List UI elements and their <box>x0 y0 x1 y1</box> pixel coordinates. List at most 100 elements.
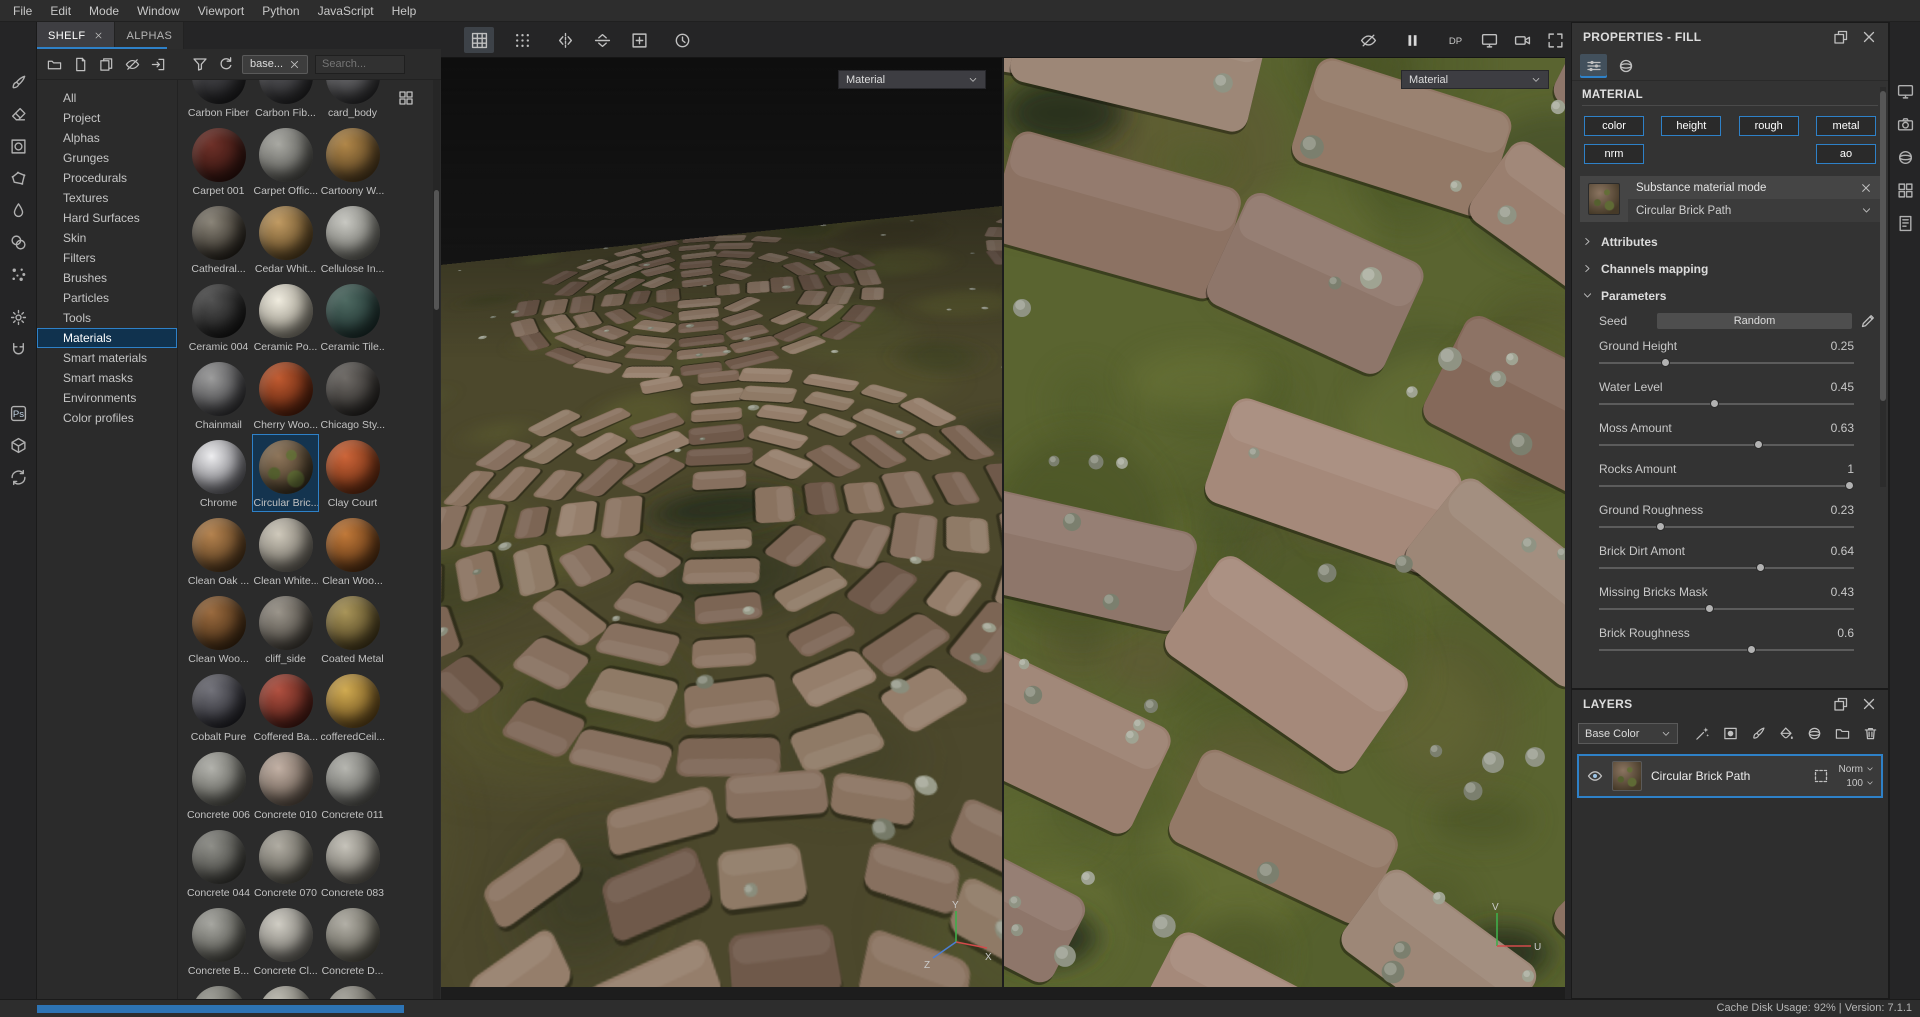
channel-chip-ao[interactable]: ao <box>1816 144 1876 164</box>
material-item-concrete-044[interactable]: Concrete 044 <box>185 824 252 902</box>
slider-handle[interactable] <box>1756 563 1766 572</box>
material-item-concrete-070[interactable]: Concrete 070 <box>252 824 319 902</box>
3d-view[interactable]: Material YXZ <box>441 58 1002 987</box>
snap-grid-toggle-icon[interactable] <box>507 27 537 53</box>
layer-row-selected[interactable]: Circular Brick Path Norm 100 <box>1577 754 1883 798</box>
parameter-slider[interactable] <box>1599 520 1854 533</box>
material-item-cathedral[interactable]: Cathedral... <box>185 200 252 278</box>
chevron-down-icon[interactable] <box>1861 205 1872 216</box>
category-alphas[interactable]: Alphas <box>37 128 177 148</box>
history-icon[interactable] <box>667 27 697 53</box>
polygon-fill-tool-icon[interactable] <box>9 169 28 188</box>
channel-filter-dropdown[interactable]: Base Color <box>1578 723 1678 744</box>
camera-settings-icon[interactable] <box>1896 115 1915 134</box>
toggle-hidden-icon[interactable] <box>123 55 142 74</box>
layer-visibility-eye-icon[interactable] <box>1586 768 1603 785</box>
material-item-clean-woo[interactable]: Clean Woo... <box>185 590 252 668</box>
category-materials[interactable]: Materials <box>37 328 177 348</box>
material-item-clean-white[interactable]: Clean White... <box>252 512 319 590</box>
layer-mask-slot-icon[interactable] <box>1813 768 1830 785</box>
settings-tool-icon[interactable] <box>9 308 28 327</box>
menu-file[interactable]: File <box>4 0 41 21</box>
material-item-concrete-006[interactable]: Concrete 006 <box>185 746 252 824</box>
menu-edit[interactable]: Edit <box>41 0 80 21</box>
material-item-carpet-offic[interactable]: Carpet Offic... <box>252 122 319 200</box>
material-item-concrete-010[interactable]: Concrete 010 <box>252 746 319 824</box>
material-item-carbon-fiber[interactable]: Carbon Fiber <box>185 80 252 122</box>
material-item-chrome[interactable]: Chrome <box>185 434 252 512</box>
perspective-grid-toggle-icon[interactable] <box>464 27 494 53</box>
category-particles[interactable]: Particles <box>37 288 177 308</box>
material-item-clean-woo[interactable]: Clean Woo... <box>319 512 386 590</box>
material-item-cliff-side[interactable]: cliff_side <box>252 590 319 668</box>
add-group-icon[interactable] <box>1831 723 1854 745</box>
tab-fill-properties[interactable] <box>1580 53 1607 78</box>
material-item-circular-bric[interactable]: Circular Bric... <box>252 434 319 512</box>
shelf-tab-shelf[interactable]: SHELF <box>37 22 116 49</box>
category-brushes[interactable]: Brushes <box>37 268 177 288</box>
material-item-cedar-whit[interactable]: Cedar Whit... <box>252 200 319 278</box>
seed-edit-icon[interactable] <box>1858 312 1878 330</box>
float-panel-icon[interactable] <box>1833 29 1849 45</box>
parameter-slider[interactable] <box>1599 602 1854 615</box>
eraser-tool-icon[interactable] <box>9 105 28 124</box>
display-settings-icon[interactable] <box>1474 27 1504 53</box>
tab-material-preview[interactable] <box>1612 54 1639 78</box>
slider-handle[interactable] <box>1704 604 1714 613</box>
material-item-chainmail[interactable]: Chainmail <box>185 356 252 434</box>
parameter-slider[interactable] <box>1599 438 1854 451</box>
category-procedurals[interactable]: Procedurals <box>37 168 177 188</box>
shelf-resize-handle[interactable] <box>37 1005 404 1013</box>
smudge-tool-icon[interactable] <box>9 201 28 220</box>
section-parameters[interactable]: Parameters <box>1572 282 1888 309</box>
2d-view[interactable]: Material VU <box>1004 58 1565 987</box>
grid-view-toggle-icon[interactable] <box>397 89 415 107</box>
material-item-cobalt-pure[interactable]: Cobalt Pure <box>185 668 252 746</box>
add-smart-material-icon[interactable] <box>1803 723 1826 745</box>
slider-handle[interactable] <box>1845 481 1854 490</box>
filter-chip[interactable]: base... <box>242 54 309 74</box>
material-item-concrete-011[interactable]: Concrete 011 <box>319 746 386 824</box>
category-smart-masks[interactable]: Smart masks <box>37 368 177 388</box>
category-filters[interactable]: Filters <box>37 248 177 268</box>
blend-mode-dropdown[interactable]: Norm <box>1839 764 1874 775</box>
magnet-tool-icon[interactable] <box>9 340 28 359</box>
menu-viewport[interactable]: Viewport <box>189 0 253 21</box>
material-item-cellulose-in[interactable]: Cellulose In... <box>319 200 386 278</box>
channel-chip-nrm[interactable]: nrm <box>1584 144 1644 164</box>
material-item-chicago-sty[interactable]: Chicago Sty... <box>319 356 386 434</box>
search-input[interactable] <box>315 54 406 74</box>
new-resource-icon[interactable] <box>71 55 90 74</box>
remove-filter-icon[interactable] <box>289 59 300 70</box>
photoshop-plugin-icon[interactable]: Ps <box>9 404 28 423</box>
seed-random-button[interactable]: Random <box>1657 313 1852 329</box>
filter-icon[interactable] <box>190 55 209 74</box>
material-item-carpet-001[interactable]: Carpet 001 <box>185 122 252 200</box>
section-attributes[interactable]: Attributes <box>1572 228 1888 255</box>
channel-chip-metal[interactable]: metal <box>1815 116 1876 136</box>
category-project[interactable]: Project <box>37 108 177 128</box>
material-item-clean-oak[interactable]: Clean Oak ... <box>185 512 252 590</box>
category-environments[interactable]: Environments <box>37 388 177 408</box>
menu-javascript[interactable]: JavaScript <box>309 0 383 21</box>
material-item[interactable] <box>319 980 386 999</box>
material-item-cartoony-w[interactable]: Cartoony W... <box>319 122 386 200</box>
channel-chip-height[interactable]: height <box>1661 116 1722 136</box>
shading-mode-dropdown-2d[interactable]: Material <box>1401 70 1549 89</box>
channel-chip-color[interactable]: color <box>1584 116 1644 136</box>
delete-layer-icon[interactable] <box>1859 723 1882 745</box>
category-textures[interactable]: Textures <box>37 188 177 208</box>
clone-tool-icon[interactable] <box>9 233 28 252</box>
add-mask-icon[interactable] <box>1719 723 1742 745</box>
material-item-ceramic-po[interactable]: Ceramic Po... <box>252 278 319 356</box>
import-resources-icon[interactable] <box>149 55 168 74</box>
properties-scrollbar[interactable] <box>1880 87 1886 487</box>
fullscreen-toggle-icon[interactable] <box>1540 27 1570 53</box>
shading-mode-dropdown-3d[interactable]: Material <box>838 70 986 89</box>
symmetry-toggle-icon[interactable] <box>550 27 580 53</box>
close-panel-icon[interactable] <box>1861 29 1877 45</box>
material-item-coffered-ba[interactable]: Coffered Ba... <box>252 668 319 746</box>
material-item-concrete-083[interactable]: Concrete 083 <box>319 824 386 902</box>
resources-plugin-icon[interactable] <box>9 436 28 455</box>
material-item-cofferedceil[interactable]: cofferedCeil... <box>319 668 386 746</box>
